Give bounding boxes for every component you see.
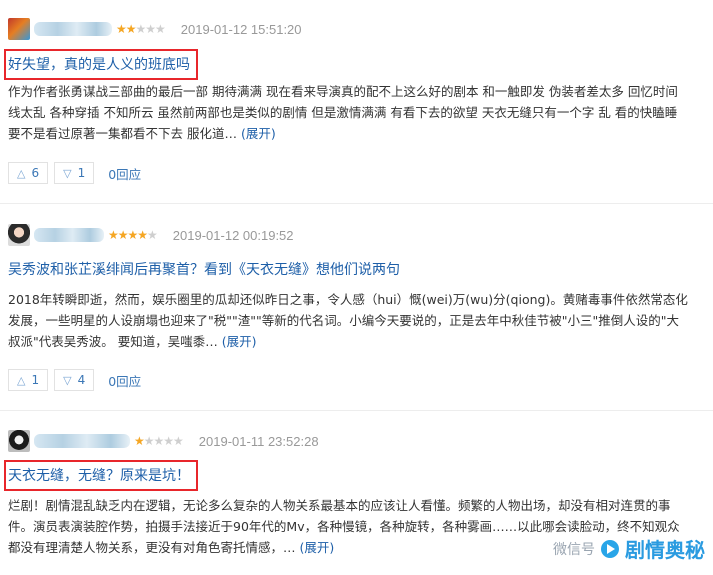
username-blurred[interactable] bbox=[34, 434, 130, 448]
review-time: 2019-01-11 23:52:28 bbox=[198, 433, 319, 449]
watermark: 微信号 剧情奥秘 bbox=[553, 534, 705, 563]
rating-stars: ★★★★★ bbox=[134, 434, 184, 448]
downvote-count: 4 bbox=[77, 373, 86, 387]
review-header: ★★★★★ 2019-01-11 23:52:28 bbox=[8, 429, 319, 453]
upvote-button[interactable]: △ 6 bbox=[8, 162, 49, 184]
expand-link[interactable]: (展开) bbox=[300, 540, 335, 555]
rating-stars: ★★★★★ bbox=[116, 22, 166, 36]
brand-name: 剧情奥秘 bbox=[625, 538, 705, 562]
review-actions: △ 1 ▽ 4 0回应 bbox=[8, 368, 141, 392]
star-icon-empty: ★ bbox=[147, 228, 158, 242]
review-time: 2019-01-12 15:51:20 bbox=[180, 21, 302, 37]
avatar[interactable] bbox=[8, 18, 30, 40]
downvote-count: 1 bbox=[77, 166, 86, 180]
reply-link[interactable]: 0回应 bbox=[108, 164, 141, 183]
review-header: ★★★★★ 2019-01-12 15:51:20 bbox=[8, 17, 302, 41]
play-logo-icon bbox=[601, 539, 619, 558]
triangle-down-icon: ▽ bbox=[63, 373, 72, 387]
rating-stars: ★★★★★ bbox=[108, 228, 158, 242]
username-blurred[interactable] bbox=[34, 22, 112, 36]
review-title-link[interactable]: 好失望，真的是人义的班底吗 bbox=[4, 49, 198, 80]
star-icon-filled: ★★★★ bbox=[108, 228, 148, 242]
star-icon-filled: ★ bbox=[134, 434, 145, 448]
review-header: ★★★★★ 2019-01-12 00:19:52 bbox=[8, 223, 294, 247]
review-title-link[interactable]: 天衣无缝，无缝？原来是坑！ bbox=[4, 460, 198, 491]
review-body: 2018年转瞬即逝，然而，娱乐圈里的瓜却还似昨日之事，令人感（hui）慨(wei… bbox=[8, 289, 688, 352]
review-text: 2018年转瞬即逝，然而，娱乐圈里的瓜却还似昨日之事，令人感（hui）慨(wei… bbox=[8, 292, 688, 349]
star-icon-filled: ★★ bbox=[116, 22, 136, 36]
divider bbox=[0, 203, 713, 204]
avatar[interactable] bbox=[8, 224, 30, 246]
expand-link[interactable]: (展开) bbox=[241, 126, 276, 141]
upvote-count: 6 bbox=[31, 166, 40, 180]
username-blurred[interactable] bbox=[34, 228, 104, 242]
wechat-label: 微信号 bbox=[553, 541, 595, 558]
review-body: 作为作者张勇谋战三部曲的最后一部 期待满满 现在看来导演真的配不上这么好的剧本 … bbox=[8, 81, 688, 144]
star-icon-empty: ★★★ bbox=[135, 22, 166, 36]
review-time: 2019-01-12 00:19:52 bbox=[172, 227, 294, 243]
review-title-link[interactable]: 吴秀波和张芷溪绯闻后再聚首？看到《天衣无缝》想他们说两句 bbox=[8, 259, 400, 279]
downvote-button[interactable]: ▽ 1 bbox=[54, 162, 95, 184]
expand-link[interactable]: (展开) bbox=[222, 334, 257, 349]
avatar[interactable] bbox=[8, 430, 30, 452]
review-text: 作为作者张勇谋战三部曲的最后一部 期待满满 现在看来导演真的配不上这么好的剧本 … bbox=[8, 84, 678, 141]
downvote-button[interactable]: ▽ 4 bbox=[54, 369, 95, 391]
divider bbox=[0, 410, 713, 411]
triangle-down-icon: ▽ bbox=[63, 166, 72, 180]
triangle-up-icon: △ bbox=[17, 373, 26, 387]
reply-link[interactable]: 0回应 bbox=[108, 371, 141, 390]
upvote-count: 1 bbox=[31, 373, 40, 387]
upvote-button[interactable]: △ 1 bbox=[8, 369, 49, 391]
star-icon-empty: ★★★★ bbox=[143, 434, 184, 448]
triangle-up-icon: △ bbox=[17, 166, 26, 180]
review-actions: △ 6 ▽ 1 0回应 bbox=[8, 161, 141, 185]
